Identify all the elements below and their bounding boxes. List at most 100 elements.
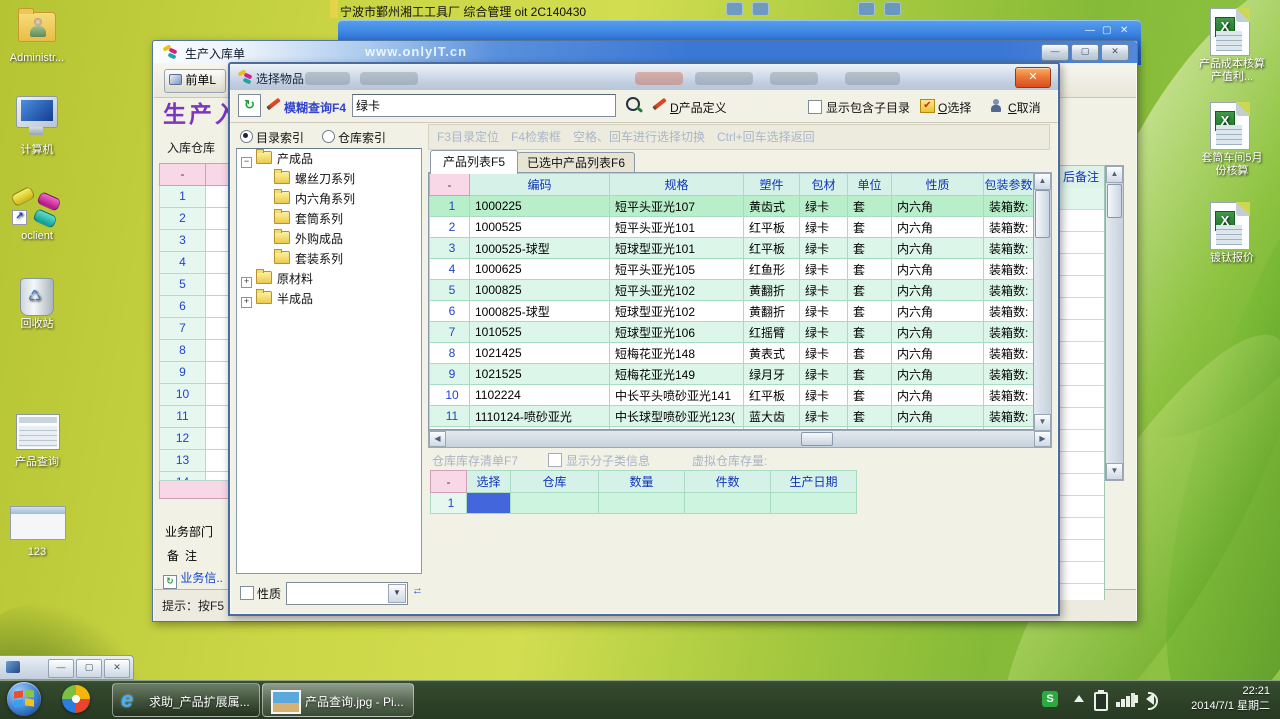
scroll-left-icon[interactable]: ◀	[429, 431, 446, 447]
product-cell[interactable]: 蓝大齿	[744, 406, 800, 427]
swap-arrows-icon[interactable]: →←	[412, 585, 428, 599]
product-row[interactable]: 111110124-喷砂亚光中长球型喷砂亚光123(蓝大齿绿卡套内六角装箱数:	[430, 406, 1034, 427]
product-cell[interactable]: 套	[848, 343, 892, 364]
product-cell[interactable]: 绿卡	[800, 364, 848, 385]
product-cell[interactable]: 装箱数:	[984, 280, 1034, 301]
tree-item[interactable]: 外购成品	[237, 229, 421, 249]
tab-selected-products[interactable]: 已选中产品列表F6	[517, 152, 635, 174]
row-number[interactable]: 13	[160, 450, 206, 471]
tab-product-list[interactable]: 产品列表F5	[430, 150, 518, 174]
product-cell[interactable]: 短平头亚光105	[610, 259, 744, 280]
scroll-up-icon[interactable]: ▲	[1034, 173, 1051, 190]
product-cell[interactable]: 套	[848, 217, 892, 238]
scrollbar-thumb[interactable]	[1107, 184, 1122, 218]
product-cell[interactable]: 绿月牙	[744, 364, 800, 385]
product-cell[interactable]: 绿卡	[800, 280, 848, 301]
product-row[interactable]: 71010525短球型亚光106红摇臂绿卡套内六角装箱数:	[430, 322, 1034, 343]
product-cell[interactable]: 绿卡	[800, 217, 848, 238]
desktop-icon-excel-quote[interactable]: X 镀钛报价	[1196, 202, 1268, 265]
tree-item[interactable]: +半成品	[237, 289, 421, 309]
product-cell[interactable]: 短球型亚光102	[610, 301, 744, 322]
tray-app-icon[interactable]: S	[1042, 691, 1058, 707]
fuzzy-search-input[interactable]	[352, 94, 616, 117]
product-cell[interactable]: 内六角	[892, 280, 984, 301]
row-number-cell[interactable]: 10	[430, 385, 470, 406]
product-cell[interactable]: 短梅花亚光148	[610, 343, 744, 364]
table-horizontal-scrollbar[interactable]: ◀ ▶	[428, 430, 1052, 448]
product-cell[interactable]: 短球型亚光101	[610, 238, 744, 259]
tree-item[interactable]: 套筒系列	[237, 209, 421, 229]
product-cell[interactable]: 内六角	[892, 259, 984, 280]
collapse-icon[interactable]: −	[241, 157, 252, 168]
product-cell[interactable]: 黄翻折	[744, 280, 800, 301]
previous-doc-button[interactable]: 前单L	[164, 69, 226, 93]
row-number[interactable]: 9	[160, 362, 206, 383]
row-number-cell[interactable]: 11	[430, 406, 470, 427]
product-cell[interactable]: 装箱数:	[984, 301, 1034, 322]
row-number[interactable]: 1	[160, 186, 206, 207]
product-cell[interactable]: 1000525-球型	[470, 238, 610, 259]
scroll-right-icon[interactable]: ▶	[1034, 431, 1051, 447]
product-cell[interactable]: 绿卡	[800, 259, 848, 280]
minimize-button[interactable]: —	[1041, 44, 1069, 61]
product-cell[interactable]: 红平板	[744, 385, 800, 406]
row-number[interactable]: 12	[160, 428, 206, 449]
close-button[interactable]: ✕	[104, 659, 130, 678]
product-cell[interactable]: 黄齿式	[744, 196, 800, 217]
titlebar-widget-icon[interactable]	[884, 2, 901, 16]
row-number[interactable]: 10	[160, 384, 206, 405]
desktop-icon-excel-cost[interactable]: X 产品成本核算产值利...	[1196, 8, 1268, 84]
product-cell[interactable]: 绿卡	[800, 406, 848, 427]
product-row[interactable]: 51000825短平头亚光102黄翻折绿卡套内六角装箱数:	[430, 280, 1034, 301]
product-cell[interactable]: 内六角	[892, 196, 984, 217]
titlebar-widget-icon[interactable]	[752, 2, 769, 16]
product-cell[interactable]: 1000225	[470, 196, 610, 217]
desktop-icon-administrator[interactable]: Administr...	[4, 8, 70, 65]
product-cell[interactable]: 1021525	[470, 364, 610, 385]
product-cell[interactable]: 装箱数:	[984, 217, 1034, 238]
maximize-icon[interactable]: ▢	[1102, 25, 1111, 36]
product-cell[interactable]: 装箱数:	[984, 406, 1034, 427]
expand-icon[interactable]: +	[241, 297, 252, 308]
product-cell[interactable]: 中长平头喷砂亚光141	[610, 385, 744, 406]
close-icon[interactable]: ✕	[1120, 25, 1128, 36]
chevron-down-icon[interactable]: ▼	[388, 584, 406, 603]
battery-icon[interactable]	[1094, 692, 1108, 711]
browser-pinned-icon[interactable]	[62, 685, 90, 713]
product-cell[interactable]: 1000825	[470, 280, 610, 301]
product-cell[interactable]: 绿卡	[800, 238, 848, 259]
product-cell[interactable]: 短梅花亚光149	[610, 364, 744, 385]
product-cell[interactable]: 1000825-球型	[470, 301, 610, 322]
product-cell[interactable]: 装箱数:	[984, 364, 1034, 385]
stock-cell[interactable]	[599, 493, 685, 514]
row-number-cell[interactable]: 2	[430, 217, 470, 238]
product-cell[interactable]: 内六角	[892, 343, 984, 364]
product-cell[interactable]: 黄表式	[744, 343, 800, 364]
row-number-cell[interactable]: 4	[430, 259, 470, 280]
stock-cell[interactable]	[511, 493, 599, 514]
product-row[interactable]: 91021525短梅花亚光149绿月牙绿卡套内六角装箱数:	[430, 364, 1034, 385]
product-cell[interactable]: 1010525	[470, 322, 610, 343]
product-cell[interactable]: 内六角	[892, 364, 984, 385]
tree-item[interactable]: 套装系列	[237, 249, 421, 269]
product-cell[interactable]: 装箱数:	[984, 343, 1034, 364]
stock-cell[interactable]	[771, 493, 857, 514]
show-subclass-checkbox[interactable]	[548, 453, 562, 467]
start-button[interactable]	[7, 682, 41, 716]
tray-expand-icon[interactable]	[1074, 695, 1084, 702]
product-cell[interactable]: 1000625	[470, 259, 610, 280]
titlebar-widget-icon[interactable]	[858, 2, 875, 16]
product-cell[interactable]: 内六角	[892, 385, 984, 406]
product-cell[interactable]: 红平板	[744, 217, 800, 238]
product-cell[interactable]: 套	[848, 301, 892, 322]
maximize-button[interactable]: ▢	[1071, 44, 1099, 61]
product-row[interactable]: 81021425短梅花亚光148黄表式绿卡套内六角装箱数:	[430, 343, 1034, 364]
product-cell[interactable]: 装箱数:	[984, 238, 1034, 259]
product-cell[interactable]: 套	[848, 238, 892, 259]
product-cell[interactable]: 绿卡	[800, 343, 848, 364]
tree-item[interactable]: 内六角系列	[237, 189, 421, 209]
product-cell[interactable]: 1102224	[470, 385, 610, 406]
product-cell[interactable]: 中长球型喷砂亚光123(	[610, 406, 744, 427]
stock-row-number[interactable]: 1	[431, 493, 467, 514]
stock-row[interactable]: 1	[431, 493, 857, 514]
